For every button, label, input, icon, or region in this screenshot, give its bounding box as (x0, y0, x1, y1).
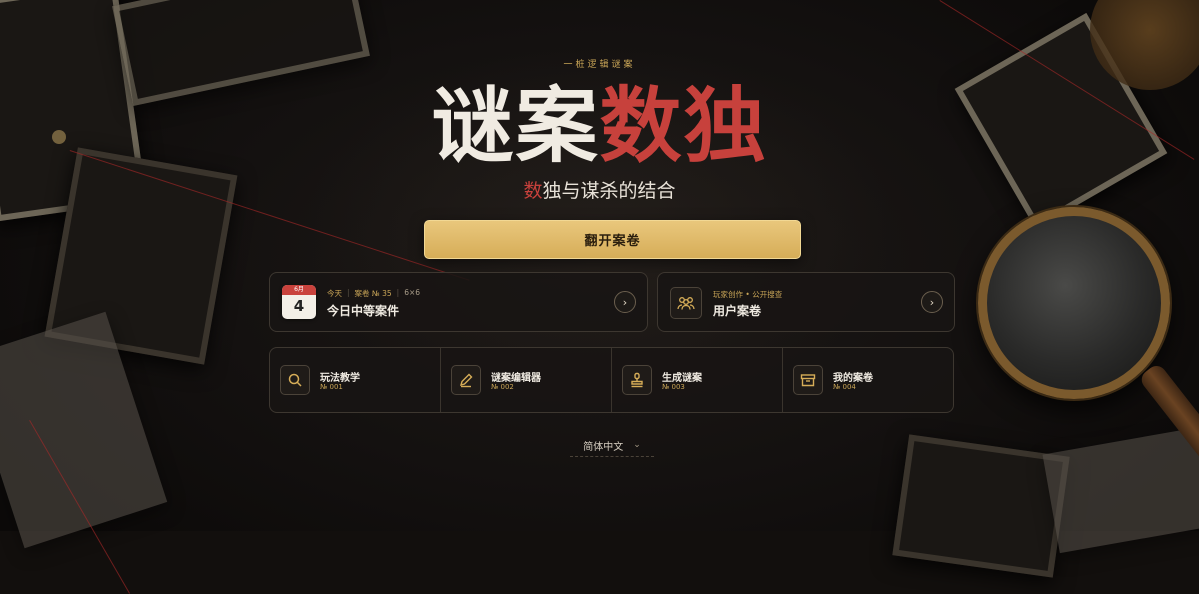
subtitle: 数独与谋杀的结合 (0, 176, 1199, 203)
chevron-right-icon[interactable]: › (921, 291, 943, 313)
user-cases-meta: 玩家创作 • 公开搜查 (713, 290, 783, 299)
tool-label: 生成谜案 (662, 373, 702, 384)
tools-grid: 玩法教学 № 001 谜案编辑器 № 002 生成谜案 № 003 我的案卷 №… (269, 347, 954, 413)
title-part-2: 数独 (599, 78, 768, 174)
tool-generate[interactable]: 生成谜案 № 003 (612, 348, 783, 412)
user-cases-title: 用户案卷 (713, 304, 762, 318)
tool-number: № 001 (320, 383, 343, 391)
tool-label: 我的案卷 (833, 373, 873, 384)
open-case-button[interactable]: 翻开案卷 (424, 220, 801, 259)
daily-case-meta: 今天 | 案卷 № 35 | 6×6 (327, 288, 420, 299)
meta-today: 今天 (327, 289, 342, 298)
daily-case-card[interactable]: 6月 4 今天 | 案卷 № 35 | 6×6 今日中等案件 › (269, 272, 648, 332)
subtitle-highlight: 数 (523, 180, 543, 202)
chevron-down-icon: ⌄ (633, 440, 641, 450)
tool-number: № 004 (833, 383, 856, 391)
meta-separator: | (396, 288, 400, 297)
chevron-right-icon[interactable]: › (614, 291, 636, 313)
tool-number: № 003 (662, 383, 685, 391)
title-part-1: 谜案 (431, 78, 600, 174)
users-icon (670, 287, 702, 319)
tool-tutorial[interactable]: 玩法教学 № 001 (270, 348, 441, 412)
tool-label: 谜案编辑器 (491, 373, 541, 384)
meta-separator: | (347, 288, 350, 297)
magnifier-icon (280, 365, 310, 395)
tool-editor[interactable]: 谜案编辑器 № 002 (441, 348, 612, 412)
calendar-month: 6月 (282, 285, 316, 295)
tool-label: 玩法教学 (320, 373, 360, 384)
language-selector[interactable]: 简体中文 ⌄ (570, 434, 654, 457)
tagline: 一桩逻辑谜案 (563, 60, 636, 70)
tool-number: № 002 (491, 383, 514, 391)
calendar-day: 4 (293, 297, 305, 315)
pencil-icon (451, 365, 481, 395)
language-selected: 简体中文 (583, 441, 624, 453)
meta-case-number: 案卷 № 35 (354, 289, 392, 298)
subtitle-text: 独与谋杀的结合 (542, 180, 676, 202)
user-cases-card[interactable]: 玩家创作 • 公开搜查 用户案卷 › (657, 272, 955, 332)
meta-grid-size: 6×6 (404, 288, 421, 297)
magnifying-glass-icon (978, 207, 1170, 399)
stamp-icon (622, 365, 652, 395)
calendar-icon: 6月 4 (282, 285, 316, 319)
daily-case-title: 今日中等案件 (327, 304, 400, 318)
tool-my-cases[interactable]: 我的案卷 № 004 (783, 348, 953, 412)
archive-box-icon (793, 365, 823, 395)
page-title: 谜案数独 (0, 80, 1199, 172)
